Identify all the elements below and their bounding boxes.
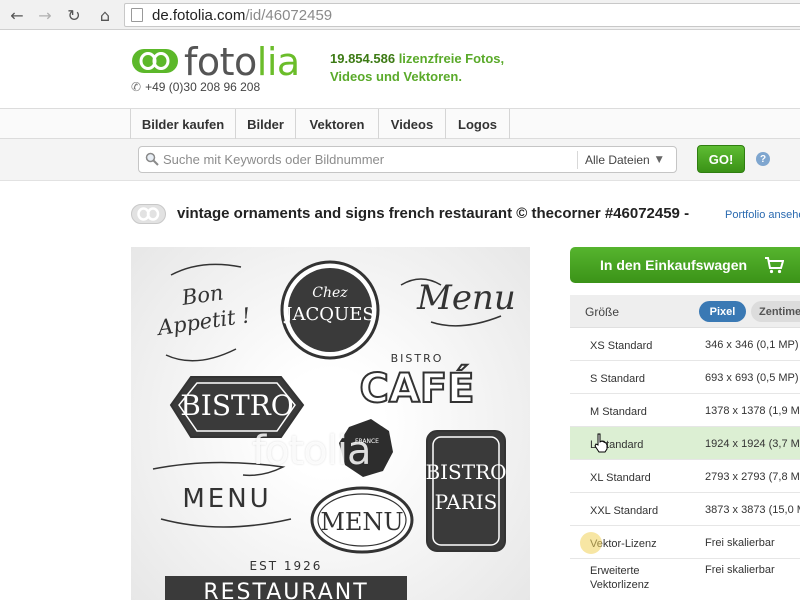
appetit-text: Appetit ! xyxy=(154,303,252,340)
main-navigation: Bilder kaufen Bilder Vektoren Videos Log… xyxy=(0,108,800,139)
size-table-header: Größe Pixel Zentimeter xyxy=(570,295,800,328)
add-to-cart-button[interactable]: In den Einkaufswagen xyxy=(570,247,800,283)
bistro-text: BISTRO xyxy=(180,389,294,422)
bistro-small-text: BISTRO xyxy=(391,352,444,365)
unit-cm-button[interactable]: Zentimeter xyxy=(751,301,800,322)
search-icon xyxy=(145,152,159,166)
hand-cursor-icon xyxy=(594,433,608,453)
restaurant-text: RESTAURANT xyxy=(203,580,368,600)
search-box: Alle Dateien▼ xyxy=(138,146,677,173)
size-name: Vektor-Lizenz xyxy=(590,538,657,550)
size-row-xl[interactable]: XL Standard 2793 x 2793 (7,8 MP) xyxy=(570,460,800,493)
size-row-xxl[interactable]: XXL Standard 3873 x 3873 (15,0 MP) xyxy=(570,493,800,526)
size-name: XXL Standard xyxy=(590,505,659,517)
size-dimensions: 1924 x 1924 (3,7 MP) xyxy=(705,438,800,450)
ornaments-artwork: Bon Appetit ! Chez JACQUES Menu BISTRO B… xyxy=(152,260,516,600)
bistro-paris-text-2: PARIS xyxy=(435,490,498,514)
fotolia-logo-text[interactable]: fotolia xyxy=(184,40,300,84)
chevron-down-icon: ▼ xyxy=(655,154,663,165)
image-title: vintage ornaments and signs french resta… xyxy=(177,205,690,222)
fotolia-logo-icon[interactable] xyxy=(131,48,179,74)
size-dimensions: 693 x 693 (0,5 MP) xyxy=(705,372,799,384)
phone-icon: ✆ xyxy=(131,80,142,94)
size-row-xs[interactable]: XS Standard 346 x 346 (0,1 MP) xyxy=(570,328,800,361)
menu-big-text: MENU xyxy=(182,484,271,514)
site-header: fotolia ✆ +49 (0)30 208 96 208 19.854.586… xyxy=(0,30,800,108)
jacques-text: JACQUES xyxy=(283,304,374,325)
portfolio-link[interactable]: Portfolio ansehen xyxy=(725,209,800,221)
search-bar: Alle Dateien▼ GO! ? xyxy=(0,139,800,181)
url-text: de.fotolia.com/id/46072459 xyxy=(152,6,333,24)
size-row-vector[interactable]: Vektor-Lizenz Frei skalierbar xyxy=(570,526,800,559)
menu-oval-text: MENU xyxy=(320,508,403,536)
size-row-m[interactable]: M Standard 1378 x 1378 (1,9 MP) xyxy=(570,394,800,427)
size-name: XS Standard xyxy=(590,340,653,352)
flourish xyxy=(170,263,242,276)
go-button[interactable]: GO! xyxy=(697,145,745,173)
flourish xyxy=(165,348,237,362)
chez-text: Chez xyxy=(312,285,348,301)
forward-arrow-icon[interactable]: → xyxy=(34,4,56,26)
image-preview[interactable]: Bon Appetit ! Chez JACQUES Menu BISTRO B… xyxy=(131,247,530,600)
size-dimensions: 346 x 346 (0,1 MP) xyxy=(705,339,799,351)
help-icon[interactable]: ? xyxy=(756,152,770,166)
search-input[interactable] xyxy=(163,148,573,171)
bistro-paris-text-1: BISTRO xyxy=(425,460,506,484)
phone-number: ✆ +49 (0)30 208 96 208 xyxy=(131,80,261,94)
address-bar[interactable]: de.fotolia.com/id/46072459 xyxy=(124,3,800,27)
flourish xyxy=(160,518,292,528)
add-to-cart-label: In den Einkaufswagen xyxy=(600,257,748,273)
size-dimensions: Frei skalierbar xyxy=(705,537,775,549)
cart-icon xyxy=(765,257,784,274)
size-name: XL Standard xyxy=(590,472,651,484)
size-row-s[interactable]: S Standard 693 x 693 (0,5 MP) xyxy=(570,361,800,394)
nav-bilder-kaufen[interactable]: Bilder kaufen xyxy=(130,109,235,139)
file-type-select[interactable]: Alle Dateien ▼ xyxy=(585,147,663,172)
size-name: S Standard xyxy=(590,373,646,385)
size-header-label: Größe xyxy=(585,305,620,319)
reload-icon[interactable]: ↻ xyxy=(63,4,85,26)
size-name: Erweiterte Vektorlizenz xyxy=(590,565,650,591)
browser-toolbar: ← → ↻ ⌂ de.fotolia.com/id/46072459 xyxy=(0,0,800,30)
nav-videos[interactable]: Videos xyxy=(378,109,445,139)
click-highlight xyxy=(580,532,602,554)
back-arrow-icon[interactable]: ← xyxy=(6,4,28,26)
size-dimensions: 2793 x 2793 (7,8 MP) xyxy=(705,471,800,483)
search-divider xyxy=(577,151,578,169)
nav-vektoren[interactable]: Vektoren xyxy=(295,109,378,139)
nav-bilder[interactable]: Bilder xyxy=(235,109,295,139)
page-icon xyxy=(131,8,143,22)
size-dimensions: Frei skalierbar xyxy=(705,564,775,576)
size-dimensions: 1378 x 1378 (1,9 MP) xyxy=(705,405,800,417)
home-icon[interactable]: ⌂ xyxy=(94,4,116,26)
size-row-extended-vector[interactable]: Erweiterte Vektorlizenz Frei skalierbar xyxy=(570,559,800,600)
size-dimensions: 3873 x 3873 (15,0 MP) xyxy=(705,504,800,516)
fotolia-small-logo-icon xyxy=(131,204,166,224)
fotolia-watermark: fotolia xyxy=(252,428,371,474)
unit-pixel-button[interactable]: Pixel xyxy=(699,301,746,322)
bon-text: Bon xyxy=(179,280,225,310)
cafe-text: CAFÉ xyxy=(360,364,475,412)
header-claim: 19.854.586 lizenzfreie Fotos, Videos und… xyxy=(330,51,505,84)
menu-script-text: Menu xyxy=(416,278,516,318)
est-text: EST 1926 xyxy=(250,559,323,573)
size-name: M Standard xyxy=(590,406,647,418)
nav-logos[interactable]: Logos xyxy=(445,109,510,139)
